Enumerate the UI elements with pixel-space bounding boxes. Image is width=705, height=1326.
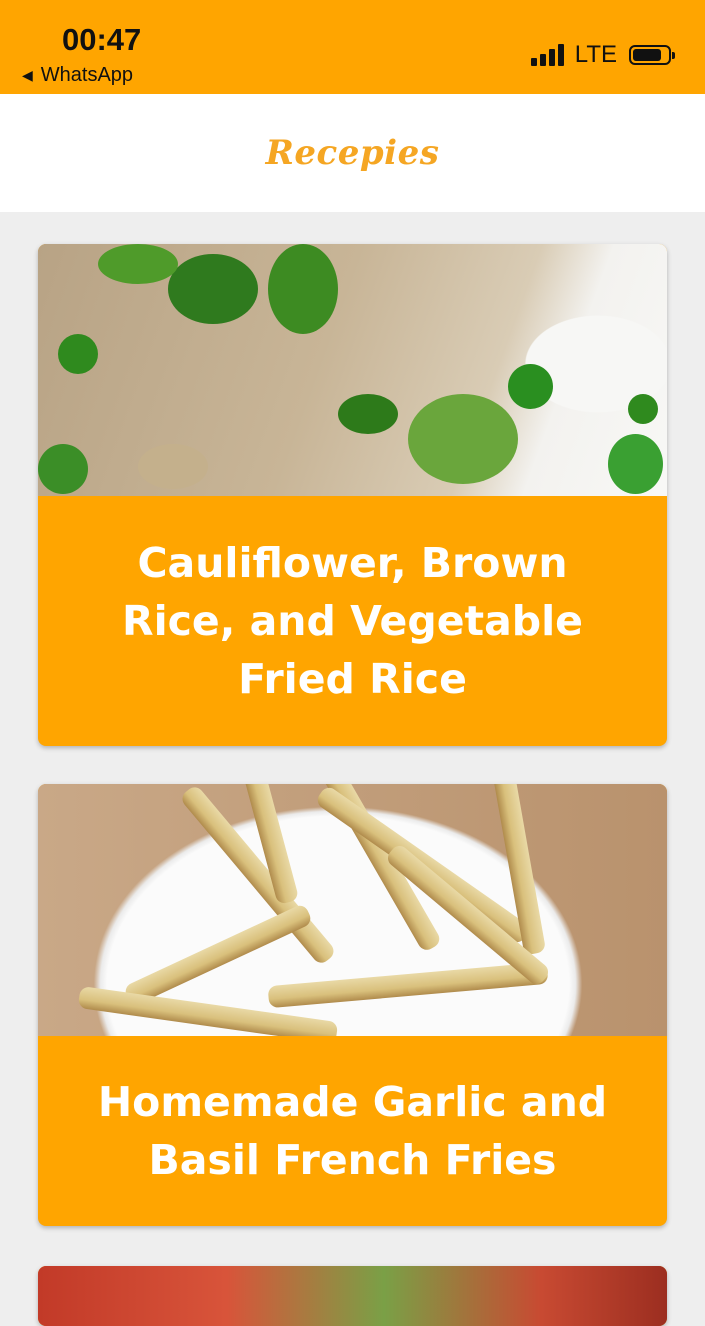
- page-title: Recepies: [265, 133, 440, 173]
- status-indicators: LTE: [530, 40, 675, 70]
- signal-bars-icon: [530, 44, 567, 66]
- app-header: Recepies: [0, 94, 705, 212]
- status-bar: 00:47 ◀ WhatsApp LTE: [0, 0, 705, 94]
- back-app-label: WhatsApp: [40, 64, 134, 86]
- recipe-title: Homemade Garlic and Basil French Fries: [97, 1078, 608, 1184]
- recipe-card[interactable]: Homemade Garlic and Basil French Fries: [38, 784, 667, 1226]
- recipe-title: Cauliflower, Brown Rice, and Vegetable F…: [122, 539, 583, 703]
- tomato-dish-photo: [38, 1266, 667, 1326]
- fried-rice-photo: [38, 244, 667, 496]
- network-type: LTE: [574, 41, 617, 68]
- back-triangle-icon: ◀: [22, 67, 33, 83]
- back-to-app-link[interactable]: ◀ WhatsApp: [22, 64, 133, 87]
- french-fries-photo: [38, 784, 667, 1036]
- status-time: 00:47: [62, 22, 142, 57]
- recipe-card[interactable]: Cauliflower, Brown Rice, and Vegetable F…: [38, 244, 667, 746]
- recipe-card[interactable]: [38, 1266, 667, 1326]
- battery-icon: [629, 45, 675, 65]
